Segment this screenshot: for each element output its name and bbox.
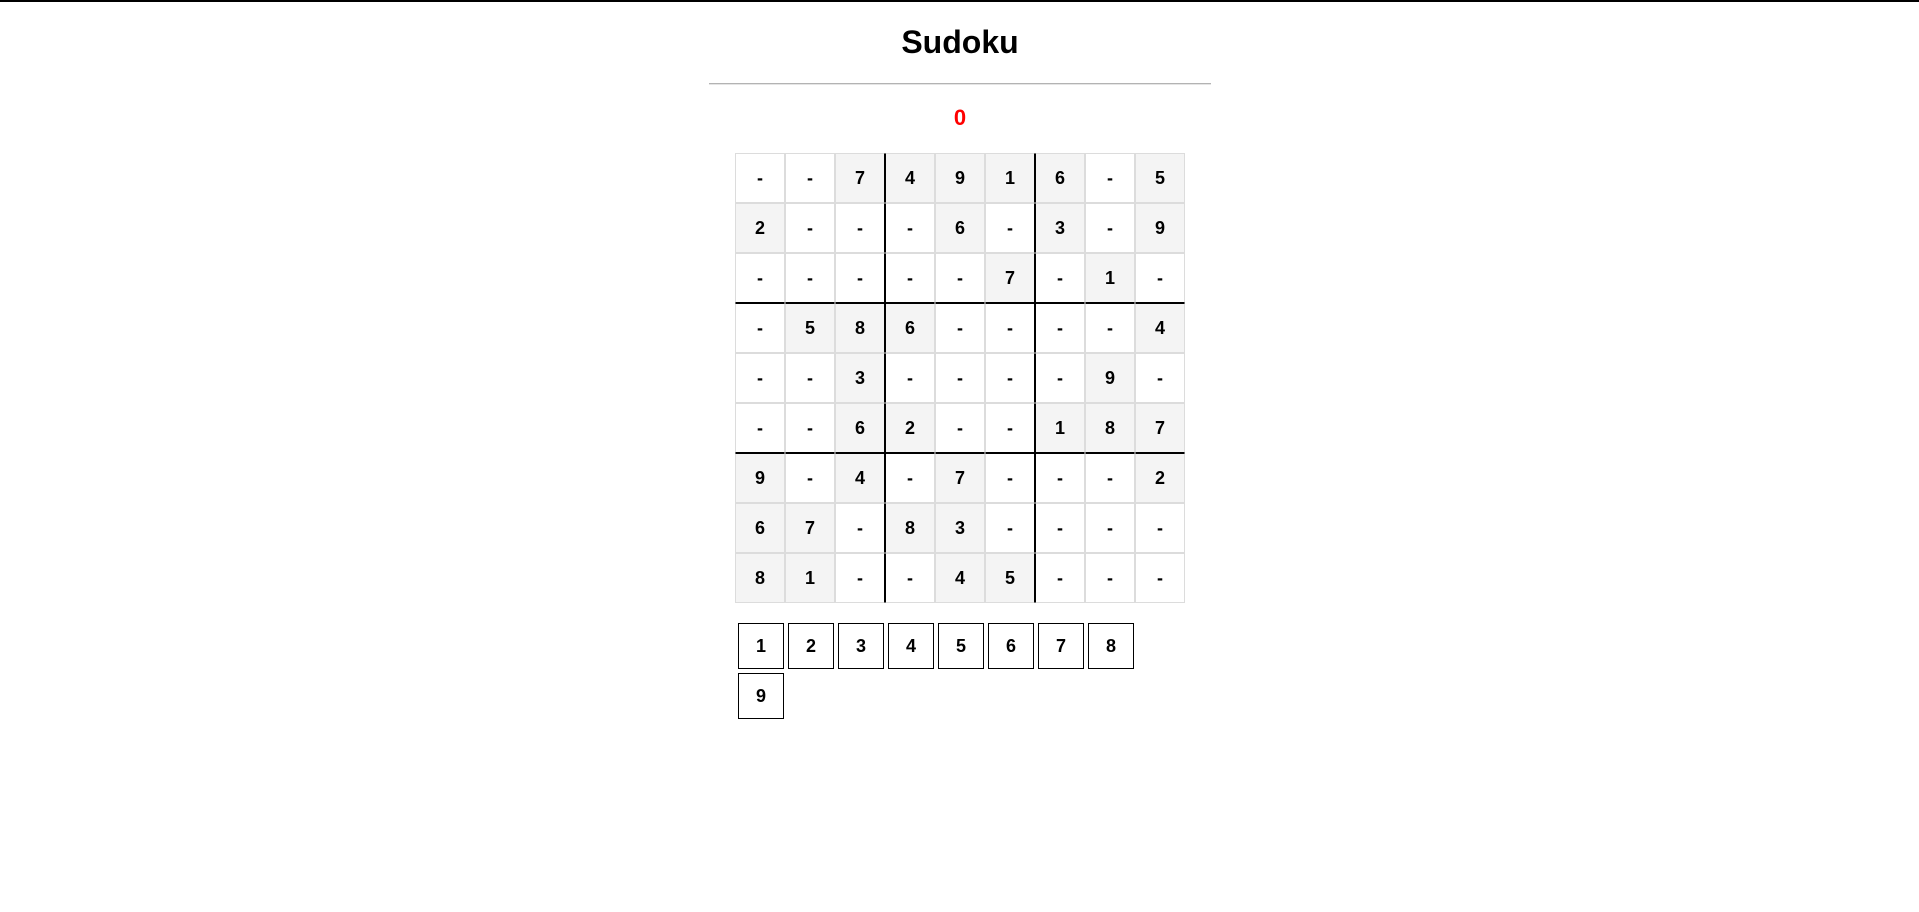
sudoku-cell-r2c6[interactable]: - [985,203,1035,253]
sudoku-cell-r4c3: 8 [835,303,885,353]
sudoku-cell-r5c5[interactable]: - [935,353,985,403]
sudoku-cell-r6c6[interactable]: - [985,403,1035,453]
number-button-5[interactable]: 5 [938,623,984,669]
sudoku-cell-r9c6: 5 [985,553,1035,603]
title-divider [709,83,1211,85]
sudoku-cell-r9c8[interactable]: - [1085,553,1135,603]
sudoku-cell-r8c7[interactable]: - [1035,503,1085,553]
sudoku-cell-r7c7[interactable]: - [1035,453,1085,503]
sudoku-cell-r8c6[interactable]: - [985,503,1035,553]
sudoku-cell-r8c5: 3 [935,503,985,553]
sudoku-cell-r7c3: 4 [835,453,885,503]
sudoku-cell-r3c6: 7 [985,253,1035,303]
sudoku-cell-r6c5[interactable]: - [935,403,985,453]
sudoku-cell-r9c1: 8 [735,553,785,603]
sudoku-cell-r5c7[interactable]: - [1035,353,1085,403]
sudoku-cell-r2c1: 2 [735,203,785,253]
sudoku-cell-r7c1: 9 [735,453,785,503]
sudoku-cell-r1c5: 9 [935,153,985,203]
sudoku-cell-r6c4: 2 [885,403,935,453]
sudoku-board: --74916-52---6-3-9-----7-1--586----4--3-… [735,153,1185,603]
sudoku-cell-r1c8[interactable]: - [1085,153,1135,203]
sudoku-cell-r9c3[interactable]: - [835,553,885,603]
sudoku-cell-r9c4[interactable]: - [885,553,935,603]
sudoku-cell-r3c8: 1 [1085,253,1135,303]
sudoku-cell-r7c5: 7 [935,453,985,503]
number-button-8[interactable]: 8 [1088,623,1134,669]
sudoku-cell-r9c9[interactable]: - [1135,553,1185,603]
sudoku-cell-r8c4: 8 [885,503,935,553]
sudoku-cell-r2c8[interactable]: - [1085,203,1135,253]
sudoku-cell-r3c3[interactable]: - [835,253,885,303]
sudoku-cell-r4c6[interactable]: - [985,303,1035,353]
sudoku-cell-r9c7[interactable]: - [1035,553,1085,603]
sudoku-cell-r6c8: 8 [1085,403,1135,453]
sudoku-cell-r8c1: 6 [735,503,785,553]
score-display: 0 [953,105,967,130]
sudoku-cell-r8c9[interactable]: - [1135,503,1185,553]
sudoku-cell-r2c9: 9 [1135,203,1185,253]
sudoku-cell-r6c2[interactable]: - [785,403,835,453]
sudoku-cell-r3c5[interactable]: - [935,253,985,303]
sudoku-cell-r7c2[interactable]: - [785,453,835,503]
sudoku-cell-r4c5[interactable]: - [935,303,985,353]
sudoku-cell-r9c5: 4 [935,553,985,603]
sudoku-cell-r5c6[interactable]: - [985,353,1035,403]
sudoku-cell-r3c1[interactable]: - [735,253,785,303]
sudoku-cell-r5c8: 9 [1085,353,1135,403]
sudoku-cell-r7c6[interactable]: - [985,453,1035,503]
sudoku-cell-r6c3: 6 [835,403,885,453]
sudoku-cell-r4c8[interactable]: - [1085,303,1135,353]
sudoku-cell-r1c1[interactable]: - [735,153,785,203]
sudoku-cell-r5c2[interactable]: - [785,353,835,403]
sudoku-cell-r5c3: 3 [835,353,885,403]
sudoku-cell-r1c4: 4 [885,153,935,203]
number-button-7[interactable]: 7 [1038,623,1084,669]
sudoku-cell-r2c4[interactable]: - [885,203,935,253]
sudoku-cell-r1c3: 7 [835,153,885,203]
sudoku-cell-r8c8[interactable]: - [1085,503,1135,553]
sudoku-cell-r9c2: 1 [785,553,835,603]
sudoku-cell-r4c7[interactable]: - [1035,303,1085,353]
sudoku-cell-r7c9: 2 [1135,453,1185,503]
sudoku-cell-r5c1[interactable]: - [735,353,785,403]
sudoku-cell-r2c5: 6 [935,203,985,253]
sudoku-cell-r6c1[interactable]: - [735,403,785,453]
number-button-4[interactable]: 4 [888,623,934,669]
number-button-3[interactable]: 3 [838,623,884,669]
top-rule [0,0,1919,2]
sudoku-cell-r1c6: 1 [985,153,1035,203]
sudoku-cell-r3c7[interactable]: - [1035,253,1085,303]
sudoku-cell-r8c3[interactable]: - [835,503,885,553]
sudoku-cell-r2c3[interactable]: - [835,203,885,253]
sudoku-cell-r6c7: 1 [1035,403,1085,453]
sudoku-cell-r2c7: 3 [1035,203,1085,253]
sudoku-cell-r1c9: 5 [1135,153,1185,203]
number-button-6[interactable]: 6 [988,623,1034,669]
sudoku-cell-r7c8[interactable]: - [1085,453,1135,503]
sudoku-cell-r3c4[interactable]: - [885,253,935,303]
sudoku-cell-r5c4[interactable]: - [885,353,935,403]
number-button-1[interactable]: 1 [738,623,784,669]
number-pad: 12345678 9 [738,623,1148,719]
sudoku-cell-r4c1[interactable]: - [735,303,785,353]
sudoku-cell-r8c2: 7 [785,503,835,553]
sudoku-cell-r1c2[interactable]: - [785,153,835,203]
sudoku-cell-r3c2[interactable]: - [785,253,835,303]
sudoku-cell-r6c9: 7 [1135,403,1185,453]
sudoku-cell-r4c4: 6 [885,303,935,353]
number-button-2[interactable]: 2 [788,623,834,669]
sudoku-cell-r4c9: 4 [1135,303,1185,353]
sudoku-cell-r2c2[interactable]: - [785,203,835,253]
sudoku-cell-r7c4[interactable]: - [885,453,935,503]
page-title: Sudoku [901,24,1019,60]
sudoku-cell-r4c2: 5 [785,303,835,353]
sudoku-cell-r5c9[interactable]: - [1135,353,1185,403]
sudoku-cell-r3c9[interactable]: - [1135,253,1185,303]
sudoku-cell-r1c7: 6 [1035,153,1085,203]
number-button-9[interactable]: 9 [738,673,784,719]
